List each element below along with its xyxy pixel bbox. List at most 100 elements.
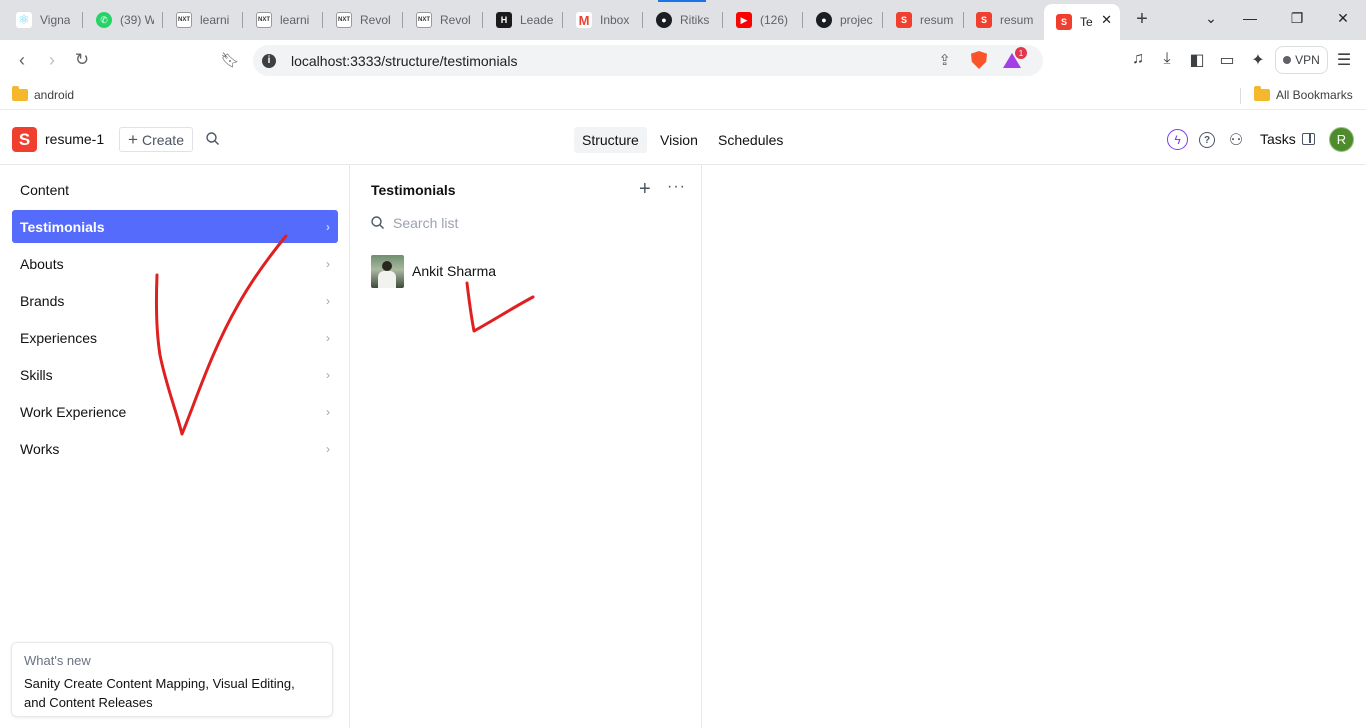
browser-tab-3[interactable]: NXT learni [164, 4, 234, 36]
panel-toggle-icon[interactable] [1302, 133, 1315, 145]
workspace-name[interactable]: resume-1 [45, 131, 104, 147]
search-list-input[interactable] [393, 215, 673, 231]
site-info-icon[interactable]: i [262, 53, 276, 68]
content-item-label: Abouts [20, 255, 64, 272]
empty-document-pane [702, 165, 1366, 728]
browser-tab-4[interactable]: NXT learni [244, 4, 314, 36]
whats-new-card[interactable]: What's new Sanity Create Content Mapping… [11, 642, 333, 717]
bookmark-folder-android[interactable]: android [12, 86, 74, 102]
hackerrank-icon: H [496, 12, 512, 28]
tab-search-icon[interactable]: ⌄ [1201, 10, 1221, 27]
browser-tab-5[interactable]: NXT Revol [324, 4, 394, 36]
sanity-icon: S [976, 12, 992, 28]
tab-vision[interactable]: Vision [652, 127, 706, 153]
forward-icon[interactable]: › [41, 49, 63, 71]
tab-title: Revol [360, 13, 391, 27]
browser-tab-strip: ⚛ Vigna ✆ (39) W NXT learni NXT learni N… [0, 0, 1366, 40]
create-button[interactable]: + Create [119, 127, 193, 152]
tab-separator [162, 12, 163, 28]
tab-schedules[interactable]: Schedules [710, 127, 791, 153]
browser-tab-6[interactable]: NXT Revol [404, 4, 474, 36]
back-icon[interactable]: ‹ [11, 49, 33, 71]
new-tab-button[interactable]: + [1132, 8, 1152, 31]
help-icon[interactable]: ? [1199, 132, 1215, 148]
browser-tab-9[interactable]: ● Ritiks [644, 4, 714, 36]
content-item-label: Testimonials [20, 218, 105, 235]
whatsapp-icon: ✆ [96, 12, 112, 28]
browser-tab-active[interactable]: S Te ✕ [1044, 4, 1120, 40]
browser-tab-1[interactable]: ⚛ Vigna [4, 4, 70, 36]
chevron-right-icon: › [326, 330, 330, 345]
tab-separator [642, 12, 643, 28]
lightning-icon[interactable]: ϟ [1167, 129, 1188, 150]
tab-separator [82, 12, 83, 28]
search-icon[interactable] [204, 130, 222, 148]
browser-tab-2[interactable]: ✆ (39) W [84, 4, 154, 36]
wallet-icon[interactable]: ▭ [1217, 50, 1237, 70]
tab-separator [482, 12, 483, 28]
browser-tab-11[interactable]: ● projec [804, 4, 874, 36]
document-row[interactable]: Ankit Sharma [363, 253, 689, 289]
nxtwave-icon: NXT [336, 12, 352, 28]
sanity-logo-icon[interactable]: S [12, 127, 37, 152]
restore-icon[interactable]: ❐ [1287, 10, 1307, 27]
tab-title: resum [920, 13, 954, 27]
share-icon[interactable]: ⇪ [938, 51, 951, 69]
address-bar[interactable]: i localhost:3333/structure/testimonials … [253, 45, 1043, 76]
vpn-status-icon [1283, 56, 1292, 64]
browser-tab-10[interactable]: ▶ (126) [724, 4, 794, 36]
chevron-right-icon: › [326, 441, 330, 456]
tab-separator [562, 12, 563, 28]
browser-tab-7[interactable]: H Leade [484, 4, 554, 36]
tab-title: (126) [760, 13, 789, 27]
avatar[interactable]: R [1329, 127, 1354, 152]
content-pane: Content Testimonials › Abouts › Brands ›… [0, 165, 350, 728]
document-title: Ankit Sharma [412, 263, 497, 279]
close-window-icon[interactable]: ✕ [1333, 10, 1353, 27]
browser-tab-12[interactable]: S resum [884, 4, 956, 36]
close-tab-icon[interactable]: ✕ [1101, 12, 1112, 28]
reload-icon[interactable]: ↻ [71, 49, 93, 71]
vpn-button[interactable]: VPN [1275, 46, 1328, 74]
plus-icon: + [128, 130, 138, 149]
tab-title: Vigna [40, 13, 70, 27]
menu-icon[interactable]: ☰ [1334, 50, 1354, 70]
content-item-work-experience[interactable]: Work Experience › [12, 395, 338, 428]
tasks-button[interactable]: Tasks [1260, 131, 1296, 147]
content-item-brands[interactable]: Brands › [12, 284, 338, 317]
tab-structure[interactable]: Structure [574, 127, 647, 153]
chevron-right-icon: › [326, 256, 330, 271]
media-icon[interactable]: ♫ [1128, 50, 1148, 68]
chevron-right-icon: › [326, 367, 330, 382]
sidebar-icon[interactable]: ◧ [1187, 50, 1207, 70]
whats-new-title: What's new [24, 653, 91, 668]
content-item-label: Work Experience [20, 403, 127, 420]
browser-tab-13[interactable]: S resum [964, 4, 1036, 36]
tab-title: Ritiks [680, 13, 710, 27]
users-icon[interactable]: ⚇ [1225, 129, 1247, 151]
url-text[interactable]: localhost:3333/structure/testimonials [291, 53, 517, 69]
tab-title: Te [1080, 15, 1093, 29]
content-item-experiences[interactable]: Experiences › [12, 321, 338, 354]
content-item-skills[interactable]: Skills › [12, 358, 338, 391]
nxtwave-icon: NXT [256, 12, 272, 28]
minimize-icon[interactable]: — [1240, 10, 1260, 26]
content-item-abouts[interactable]: Abouts › [12, 247, 338, 280]
nxtwave-icon: NXT [416, 12, 432, 28]
folder-icon [12, 86, 28, 101]
sanity-icon: S [1056, 14, 1072, 30]
tab-title: projec [840, 13, 873, 27]
bookmark-icon[interactable]: 🔖︎ [219, 49, 241, 71]
more-options-icon[interactable]: ··· [667, 178, 686, 196]
download-icon[interactable]: ⤓ [1157, 50, 1177, 68]
tab-title: Revol [440, 13, 471, 27]
add-document-icon[interactable]: + [639, 179, 651, 199]
content-item-works[interactable]: Works › [12, 432, 338, 465]
brave-shields-icon[interactable] [971, 51, 987, 69]
list-search[interactable] [367, 211, 687, 235]
testimonials-pane: Testimonials + ··· Ankit Sharma [351, 165, 702, 728]
leo-ai-icon[interactable]: ✦ [1248, 50, 1268, 70]
browser-tab-8[interactable]: M Inbox [564, 4, 634, 36]
all-bookmarks-button[interactable]: All Bookmarks [1254, 86, 1353, 102]
content-item-testimonials[interactable]: Testimonials › [12, 210, 338, 243]
